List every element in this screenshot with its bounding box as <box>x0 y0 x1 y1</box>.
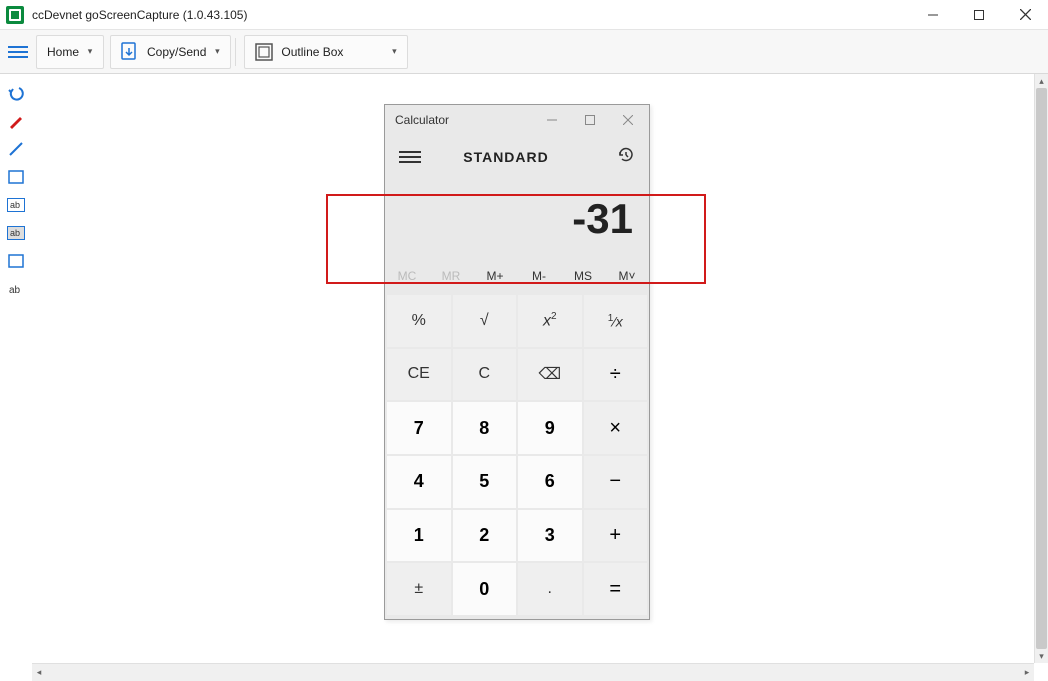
chevron-down-icon[interactable]: ▾ <box>387 46 401 57</box>
memory-list-button[interactable]: M˅ <box>605 259 649 293</box>
plus-key[interactable]: + <box>584 510 648 562</box>
close-button[interactable] <box>1002 0 1048 30</box>
ribbon-home-label: Home <box>47 45 79 59</box>
nine-key[interactable]: 9 <box>518 402 582 454</box>
one-key[interactable]: 1 <box>387 510 451 562</box>
calculator-mode-label: STANDARD <box>463 149 549 165</box>
calculator-close-button[interactable] <box>609 106 647 134</box>
app-icon <box>6 6 24 24</box>
undo-tool-icon[interactable] <box>5 82 27 104</box>
blue-pen-tool-icon[interactable] <box>5 138 27 160</box>
scroll-down-arrow-icon[interactable]: ▾ <box>1035 649 1048 663</box>
vertical-scroll-thumb[interactable] <box>1036 88 1047 649</box>
scroll-left-arrow-icon[interactable]: ◂ <box>32 664 46 681</box>
equals-key[interactable]: = <box>584 563 648 615</box>
svg-text:ab: ab <box>9 285 21 296</box>
horizontal-scrollbar[interactable]: ◂ ▸ <box>32 663 1034 681</box>
scroll-right-arrow-icon[interactable]: ▸ <box>1020 664 1034 681</box>
memory-clear-button[interactable]: MC <box>385 259 429 293</box>
chevron-down-icon[interactable]: ▾ <box>83 46 97 57</box>
backspace-key[interactable]: ⌫ <box>518 349 582 401</box>
chevron-down-icon[interactable]: ▾ <box>210 46 224 57</box>
zero-key[interactable]: 0 <box>453 563 517 615</box>
rectangle-tool2-icon[interactable] <box>5 250 27 272</box>
ribbon-outline-box-group[interactable]: Outline Box ▾ <box>244 35 408 69</box>
calculator-menu-icon[interactable] <box>399 151 421 163</box>
percent-key[interactable]: % <box>387 295 451 347</box>
square-key[interactable]: x2 <box>518 295 582 347</box>
three-key[interactable]: 3 <box>518 510 582 562</box>
minus-key[interactable]: − <box>584 456 648 508</box>
app-titlebar: ccDevnet goScreenCapture (1.0.43.105) <box>0 0 1048 30</box>
svg-text:ab: ab <box>10 228 20 238</box>
ribbon-home-group[interactable]: Home ▾ <box>36 35 104 69</box>
six-key[interactable]: 6 <box>518 456 582 508</box>
maximize-button[interactable] <box>956 0 1002 30</box>
ribbon-copy-send-group[interactable]: Copy/Send ▾ <box>110 35 231 69</box>
text-tool-icon[interactable]: ab <box>5 278 27 300</box>
outline-box-icon <box>251 39 277 65</box>
memory-store-button[interactable]: MS <box>561 259 605 293</box>
memory-recall-button[interactable]: MR <box>429 259 473 293</box>
vertical-scrollbar[interactable]: ▴ ▾ <box>1034 74 1048 663</box>
calculator-window-controls <box>533 106 647 134</box>
left-toolstrip: ab ab ab <box>0 74 32 300</box>
calculator-header: STANDARD <box>385 135 649 179</box>
calculator-title: Calculator <box>395 113 449 127</box>
divide-key[interactable]: ÷ <box>584 349 648 401</box>
minimize-button[interactable] <box>910 0 956 30</box>
ribbon-toolbar: Home ▾ Copy/Send ▾ Outline Box ▾ <box>0 30 1048 74</box>
ribbon-hamburger-icon[interactable] <box>6 40 30 64</box>
multiply-key[interactable]: × <box>584 402 648 454</box>
ribbon-outline-box-label: Outline Box <box>281 45 343 59</box>
memory-subtract-button[interactable]: M- <box>517 259 561 293</box>
five-key[interactable]: 5 <box>453 456 517 508</box>
copy-send-icon <box>117 39 143 65</box>
svg-text:ab: ab <box>10 200 20 210</box>
calculator-keypad: % √ x2 1⁄x CE C ⌫ ÷ 7 8 9 × 4 5 6 − 1 2 … <box>385 293 649 619</box>
red-pen-tool-icon[interactable] <box>5 110 27 132</box>
calculator-display: -31 <box>385 179 649 259</box>
eight-key[interactable]: 8 <box>453 402 517 454</box>
calculator-window: Calculator STANDARD -31 MC MR M+ M- MS M… <box>384 104 650 620</box>
memory-add-button[interactable]: M+ <box>473 259 517 293</box>
titlebar-controls <box>910 0 1048 30</box>
calculator-memory-row: MC MR M+ M- MS M˅ <box>385 259 649 293</box>
calculator-titlebar[interactable]: Calculator <box>385 105 649 135</box>
titlebar-left: ccDevnet goScreenCapture (1.0.43.105) <box>0 6 247 24</box>
calculator-maximize-button[interactable] <box>571 106 609 134</box>
ribbon-separator <box>235 38 236 66</box>
clear-entry-key[interactable]: CE <box>387 349 451 401</box>
history-icon[interactable] <box>617 146 635 169</box>
sqrt-key[interactable]: √ <box>453 295 517 347</box>
filled-text-box-tool-icon[interactable]: ab <box>5 222 27 244</box>
calculator-display-value: -31 <box>572 195 633 243</box>
text-box-tool-icon[interactable]: ab <box>5 194 27 216</box>
clear-key[interactable]: C <box>453 349 517 401</box>
calculator-minimize-button[interactable] <box>533 106 571 134</box>
seven-key[interactable]: 7 <box>387 402 451 454</box>
decimal-key[interactable]: . <box>518 563 582 615</box>
rectangle-tool-icon[interactable] <box>5 166 27 188</box>
scroll-up-arrow-icon[interactable]: ▴ <box>1035 74 1048 88</box>
two-key[interactable]: 2 <box>453 510 517 562</box>
app-title: ccDevnet goScreenCapture (1.0.43.105) <box>32 8 247 22</box>
four-key[interactable]: 4 <box>387 456 451 508</box>
negate-key[interactable]: ± <box>387 563 451 615</box>
reciprocal-key[interactable]: 1⁄x <box>584 295 648 347</box>
ribbon-copy-send-label: Copy/Send <box>147 45 206 59</box>
